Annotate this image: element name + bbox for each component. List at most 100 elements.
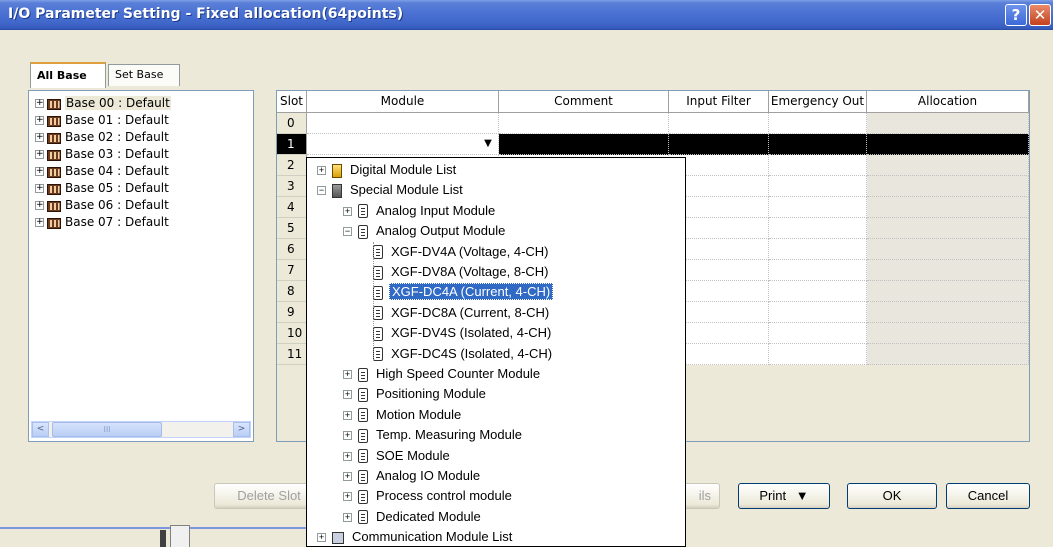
- expand-icon[interactable]: +: [343, 370, 352, 380]
- expand-icon[interactable]: +: [343, 390, 352, 400]
- cell-input-filter[interactable]: [669, 134, 769, 155]
- dropdown-tree-item[interactable]: + High Speed Counter Module: [343, 364, 542, 384]
- expand-icon[interactable]: +: [35, 218, 44, 227]
- dropdown-tree-item[interactable]: − Analog Output Module: [343, 221, 507, 241]
- dropdown-tree-item[interactable]: XGF-DV4S (Isolated, 4-CH): [369, 323, 553, 343]
- cell-allocation[interactable]: [867, 260, 1029, 281]
- table-row[interactable]: 1 ▼: [277, 134, 1029, 155]
- cell-emergency-out[interactable]: [769, 281, 867, 302]
- cell-emergency-out[interactable]: [769, 323, 867, 344]
- cell-emergency-out[interactable]: [769, 134, 867, 155]
- cell-emergency-out[interactable]: [769, 260, 867, 281]
- cell-emergency-out[interactable]: [769, 302, 867, 323]
- dropdown-tree-item[interactable]: XGF-DV4A (Voltage, 4-CH): [369, 242, 551, 262]
- cell-emergency-out[interactable]: [769, 218, 867, 239]
- cell-emergency-out[interactable]: [769, 113, 867, 134]
- cancel-button[interactable]: Cancel: [946, 483, 1030, 509]
- expand-icon[interactable]: +: [35, 167, 44, 176]
- collapse-icon[interactable]: −: [317, 186, 326, 196]
- col-header-emergency-out[interactable]: Emergency Out: [769, 91, 867, 113]
- dropdown-tree-item[interactable]: + Motion Module: [343, 405, 463, 425]
- scroll-left-button[interactable]: <: [32, 422, 49, 437]
- expand-icon[interactable]: +: [343, 451, 352, 461]
- table-row[interactable]: 0: [277, 113, 1029, 134]
- dropdown-tree-item[interactable]: + Temp. Measuring Module: [343, 425, 524, 445]
- cell-allocation[interactable]: [867, 281, 1029, 302]
- cell-emergency-out[interactable]: [769, 239, 867, 260]
- cell-allocation[interactable]: [867, 197, 1029, 218]
- expand-icon[interactable]: +: [35, 99, 44, 108]
- tree-item-base-06[interactable]: + Base 06 : Default: [35, 197, 169, 213]
- tree-item-base-00[interactable]: + Base 00 : Default: [35, 95, 171, 111]
- dropdown-tree-item[interactable]: − Special Module List: [317, 180, 465, 200]
- tab-set-base[interactable]: Set Base: [108, 64, 180, 86]
- cell-emergency-out[interactable]: [769, 344, 867, 365]
- tree-item-base-03[interactable]: + Base 03 : Default: [35, 146, 169, 162]
- tree-item-base-01[interactable]: + Base 01 : Default: [35, 112, 169, 128]
- print-button[interactable]: Print ▼: [738, 483, 830, 509]
- dropdown-tree-item[interactable]: + Analog IO Module: [343, 466, 482, 486]
- module-dropdown-tree[interactable]: + Digital Module List − Special Module List…: [306, 157, 686, 547]
- help-button[interactable]: ?: [1005, 4, 1027, 26]
- tree-item-label: Base 02 : Default: [65, 130, 169, 144]
- dropdown-tree-item[interactable]: + Positioning Module: [343, 384, 488, 404]
- close-button[interactable]: ✕: [1029, 4, 1051, 26]
- expand-icon[interactable]: +: [343, 206, 352, 216]
- expand-icon[interactable]: +: [343, 512, 352, 522]
- expand-icon[interactable]: +: [35, 150, 44, 159]
- col-header-module[interactable]: Module: [307, 91, 499, 113]
- col-header-allocation[interactable]: Allocation: [867, 91, 1029, 113]
- cell-allocation[interactable]: [867, 302, 1029, 323]
- expand-icon[interactable]: +: [343, 492, 352, 502]
- dropdown-tree-item[interactable]: XGF-DC8A (Current, 8-CH): [369, 303, 551, 323]
- expand-icon[interactable]: +: [35, 116, 44, 125]
- col-header-input-filter[interactable]: Input Filter: [669, 91, 769, 113]
- expand-icon[interactable]: +: [317, 533, 326, 543]
- expand-icon[interactable]: +: [317, 166, 326, 176]
- dropdown-tree-item[interactable]: + Process control module: [343, 486, 514, 506]
- tree-item-base-07[interactable]: + Base 07 : Default: [35, 214, 169, 230]
- cell-emergency-out[interactable]: [769, 176, 867, 197]
- expand-icon[interactable]: +: [343, 472, 352, 482]
- tree-item-base-04[interactable]: + Base 04 : Default: [35, 163, 169, 179]
- cell-allocation[interactable]: [867, 155, 1029, 176]
- tab-all-base[interactable]: All Base: [30, 62, 106, 88]
- cell-comment[interactable]: [499, 134, 669, 155]
- expand-icon[interactable]: +: [35, 184, 44, 193]
- cell-allocation[interactable]: [867, 239, 1029, 260]
- ok-button[interactable]: OK: [847, 483, 937, 509]
- dropdown-tree-item[interactable]: XGF-DV8A (Voltage, 8-CH): [369, 262, 551, 282]
- cell-emergency-out[interactable]: [769, 155, 867, 176]
- dropdown-tree-item[interactable]: XGF-DC4S (Isolated, 4-CH): [369, 344, 554, 364]
- cell-allocation[interactable]: [867, 218, 1029, 239]
- cell-allocation[interactable]: [867, 113, 1029, 134]
- collapse-icon[interactable]: −: [343, 227, 352, 237]
- cell-allocation[interactable]: [867, 344, 1029, 365]
- dropdown-tree-item[interactable]: XGF-DC4A (Current, 4-CH): [369, 282, 554, 302]
- tree-horizontal-scrollbar[interactable]: < III >: [31, 421, 251, 438]
- module-dropdown-button[interactable]: ▼: [480, 136, 496, 152]
- expand-icon[interactable]: +: [35, 201, 44, 210]
- expand-icon[interactable]: +: [35, 133, 44, 142]
- cell-allocation[interactable]: [867, 176, 1029, 197]
- tree-item-base-05[interactable]: + Base 05 : Default: [35, 180, 169, 196]
- cell-comment[interactable]: [499, 113, 669, 134]
- dropdown-tree-item[interactable]: + Analog Input Module: [343, 201, 497, 221]
- scroll-right-button[interactable]: >: [233, 422, 250, 437]
- col-header-slot[interactable]: Slot: [277, 91, 307, 113]
- scroll-thumb[interactable]: III: [52, 422, 162, 437]
- dropdown-tree-item[interactable]: + Dedicated Module: [343, 507, 483, 527]
- cell-input-filter[interactable]: [669, 113, 769, 134]
- cell-allocation[interactable]: [867, 323, 1029, 344]
- dropdown-tree-item[interactable]: + Digital Module List: [317, 160, 458, 180]
- expand-icon[interactable]: +: [343, 431, 352, 441]
- cell-allocation[interactable]: [867, 134, 1029, 155]
- tree-item-base-02[interactable]: + Base 02 : Default: [35, 129, 169, 145]
- cell-module[interactable]: ▼: [307, 134, 499, 155]
- cell-module[interactable]: [307, 113, 499, 134]
- dropdown-tree-item[interactable]: + Communication Module List: [317, 527, 514, 546]
- dropdown-tree-item[interactable]: + SOE Module: [343, 446, 452, 466]
- col-header-comment[interactable]: Comment: [499, 91, 669, 113]
- cell-emergency-out[interactable]: [769, 197, 867, 218]
- expand-icon[interactable]: +: [343, 410, 352, 420]
